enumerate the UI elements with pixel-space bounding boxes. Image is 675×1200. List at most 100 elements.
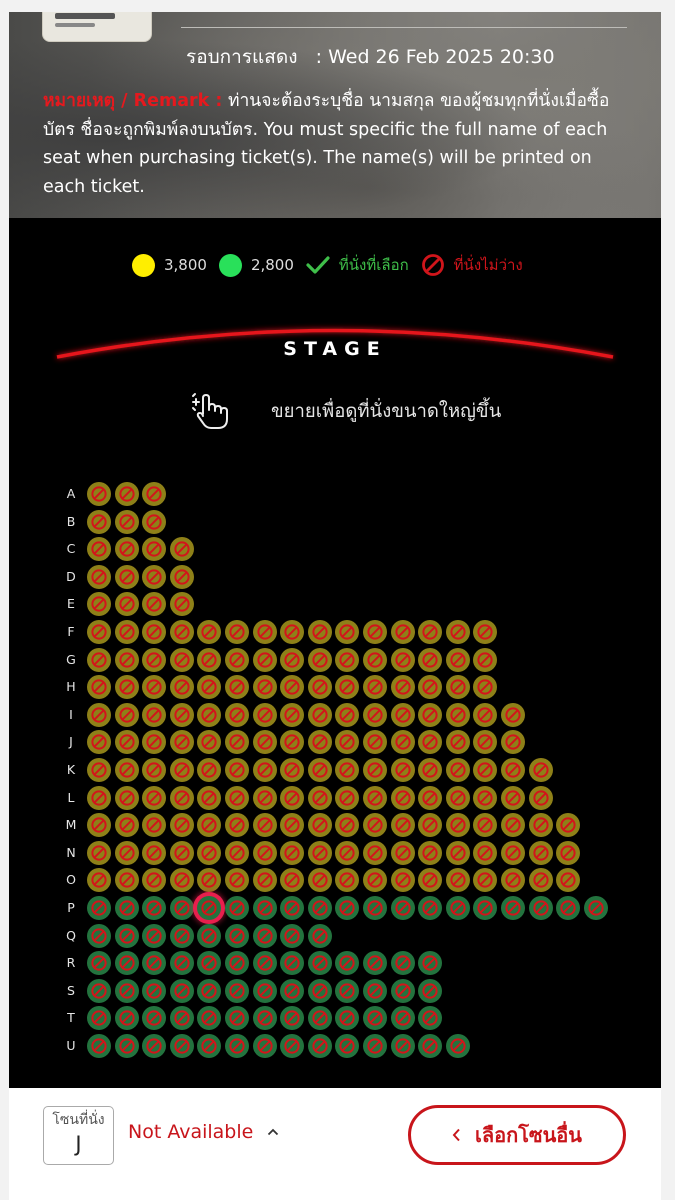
seat-n-11[interactable]	[363, 840, 387, 865]
seat-u-7[interactable]	[252, 1034, 277, 1058]
seat-k-10[interactable]	[335, 758, 360, 782]
seat-s-6[interactable]	[225, 978, 249, 1003]
seat-t-2[interactable]	[114, 1006, 139, 1031]
seat-r-3[interactable]	[142, 951, 167, 976]
seat-j-12[interactable]	[390, 730, 415, 755]
seat-l-6[interactable]	[225, 785, 249, 810]
seat-g-4[interactable]	[169, 647, 194, 672]
seat-d-1[interactable]	[87, 564, 111, 589]
seat-o-15[interactable]	[473, 868, 498, 893]
seat-m-13[interactable]	[418, 813, 443, 838]
seat-o-13[interactable]	[418, 868, 443, 893]
seat-o-5[interactable]	[197, 868, 222, 893]
seat-o-10[interactable]	[335, 868, 360, 893]
seat-s-10[interactable]	[335, 978, 360, 1003]
seat-u-13[interactable]	[418, 1034, 443, 1058]
seat-r-12[interactable]	[390, 951, 415, 976]
seat-u-6[interactable]	[225, 1034, 249, 1058]
seat-g-6[interactable]	[225, 647, 249, 672]
seat-f-5[interactable]	[197, 620, 222, 644]
seat-c-4[interactable]	[169, 537, 194, 562]
seat-m-14[interactable]	[445, 813, 470, 838]
seat-o-11[interactable]	[363, 868, 387, 893]
seat-a-2[interactable]	[114, 482, 139, 506]
seat-g-1[interactable]	[87, 647, 111, 672]
seat-r-4[interactable]	[169, 951, 194, 976]
seat-m-2[interactable]	[114, 813, 139, 838]
seat-f-3[interactable]	[142, 620, 167, 644]
seat-o-4[interactable]	[169, 868, 194, 893]
seat-i-6[interactable]	[225, 702, 249, 727]
seat-q-1[interactable]	[87, 923, 111, 948]
seat-r-10[interactable]	[335, 951, 360, 976]
seat-o-14[interactable]	[445, 868, 470, 893]
seat-h-5[interactable]	[197, 675, 222, 700]
seat-u-2[interactable]	[114, 1034, 139, 1058]
seat-f-6[interactable]	[225, 620, 249, 644]
seat-i-14[interactable]	[445, 702, 470, 727]
seat-t-11[interactable]	[363, 1006, 387, 1031]
seat-i-9[interactable]	[307, 702, 332, 727]
seat-r-13[interactable]	[418, 951, 443, 976]
seat-k-4[interactable]	[169, 758, 194, 782]
seat-q-4[interactable]	[169, 923, 194, 948]
seat-p-16[interactable]	[501, 896, 525, 920]
seat-h-13[interactable]	[418, 675, 443, 700]
seat-u-3[interactable]	[142, 1034, 167, 1058]
seat-q-2[interactable]	[114, 923, 139, 948]
seat-d-2[interactable]	[114, 564, 139, 589]
seat-m-17[interactable]	[528, 813, 553, 838]
seat-p-7[interactable]	[252, 896, 277, 920]
seat-t-13[interactable]	[418, 1006, 443, 1031]
seat-l-2[interactable]	[114, 785, 139, 810]
seat-l-9[interactable]	[307, 785, 332, 810]
seat-a-3[interactable]	[142, 482, 167, 506]
seat-s-7[interactable]	[252, 978, 277, 1003]
seat-l-1[interactable]	[87, 785, 111, 810]
seat-q-9[interactable]	[307, 923, 332, 948]
seat-k-3[interactable]	[142, 758, 167, 782]
seat-k-7[interactable]	[252, 758, 277, 782]
seat-j-4[interactable]	[169, 730, 194, 755]
seat-g-11[interactable]	[363, 647, 387, 672]
seat-s-8[interactable]	[280, 978, 305, 1003]
seat-b-2[interactable]	[114, 509, 139, 534]
seat-d-4[interactable]	[169, 564, 194, 589]
seat-t-10[interactable]	[335, 1006, 360, 1031]
seat-g-14[interactable]	[445, 647, 470, 672]
seat-j-6[interactable]	[225, 730, 249, 755]
seat-f-15[interactable]	[473, 620, 498, 644]
seat-s-5[interactable]	[197, 978, 222, 1003]
seat-n-13[interactable]	[418, 840, 443, 865]
seat-h-11[interactable]	[363, 675, 387, 700]
seat-o-3[interactable]	[142, 868, 167, 893]
seat-k-6[interactable]	[225, 758, 249, 782]
seat-s-13[interactable]	[418, 978, 443, 1003]
seat-j-16[interactable]	[501, 730, 525, 755]
seat-f-9[interactable]	[307, 620, 332, 644]
seat-j-3[interactable]	[142, 730, 167, 755]
seat-p-13[interactable]	[418, 896, 443, 920]
seat-m-10[interactable]	[335, 813, 360, 838]
seat-u-10[interactable]	[335, 1034, 360, 1058]
seat-j-11[interactable]	[363, 730, 387, 755]
seat-j-10[interactable]	[335, 730, 360, 755]
seat-k-5[interactable]	[197, 758, 222, 782]
seat-i-5[interactable]	[197, 702, 222, 727]
seat-h-10[interactable]	[335, 675, 360, 700]
seat-c-2[interactable]	[114, 537, 139, 562]
seat-i-11[interactable]	[363, 702, 387, 727]
seat-t-12[interactable]	[390, 1006, 415, 1031]
seat-o-18[interactable]	[556, 868, 581, 893]
seat-n-1[interactable]	[87, 840, 111, 865]
seat-c-3[interactable]	[142, 537, 167, 562]
seat-f-13[interactable]	[418, 620, 443, 644]
seat-k-13[interactable]	[418, 758, 443, 782]
seat-s-4[interactable]	[169, 978, 194, 1003]
seat-t-6[interactable]	[225, 1006, 249, 1031]
seat-n-12[interactable]	[390, 840, 415, 865]
seat-p-3[interactable]	[142, 896, 167, 920]
seat-o-12[interactable]	[390, 868, 415, 893]
seat-r-5[interactable]	[197, 951, 222, 976]
seat-m-4[interactable]	[169, 813, 194, 838]
